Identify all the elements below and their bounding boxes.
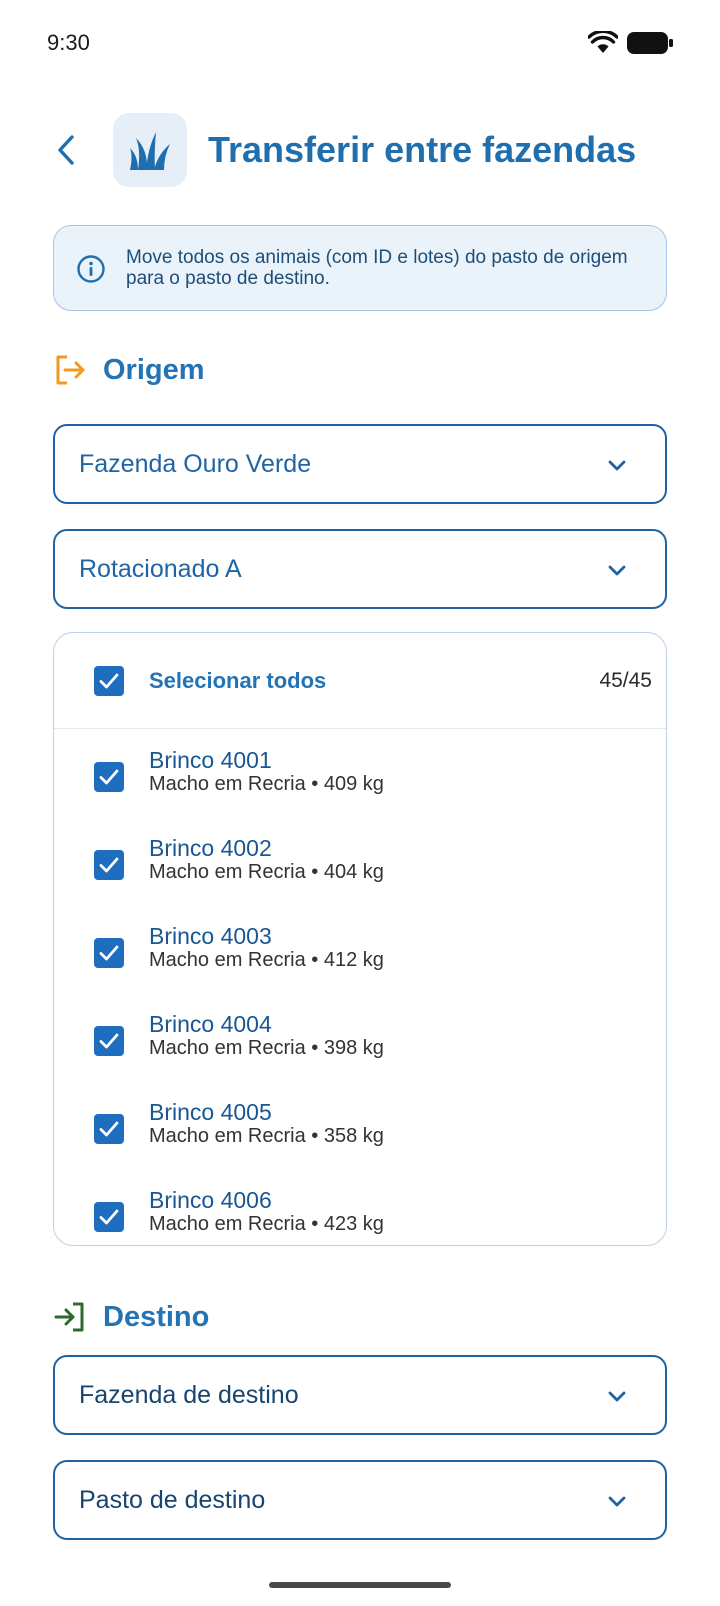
destination-farm-placeholder: Fazenda de destino — [79, 1381, 299, 1409]
animal-detail: Macho em Recria • 404 kg — [149, 861, 384, 883]
origin-heading: Origem — [53, 350, 205, 390]
animal-name: Brinco 4003 — [149, 923, 272, 949]
animal-name: Brinco 4006 — [149, 1187, 272, 1213]
animal-checkbox[interactable] — [94, 1202, 124, 1232]
animal-checkbox[interactable] — [94, 1114, 124, 1144]
animal-checkbox[interactable] — [94, 762, 124, 792]
check-icon — [99, 1209, 119, 1225]
animal-checkbox[interactable] — [94, 850, 124, 880]
animal-detail: Macho em Recria • 358 kg — [149, 1125, 384, 1147]
screen: 9:30 Transferir entre fazendas Move todo… — [0, 0, 720, 1606]
logout-arrow-icon — [56, 355, 85, 385]
animal-detail: Macho em Recria • 398 kg — [149, 1037, 384, 1059]
back-button[interactable] — [46, 128, 86, 172]
battery-icon — [627, 32, 673, 54]
check-icon — [99, 769, 119, 785]
wifi-icon — [588, 31, 618, 53]
chevron-down-icon — [608, 460, 626, 471]
info-circle-icon — [77, 255, 105, 283]
destination-heading-label: Destino — [103, 1300, 210, 1333]
animal-detail: Macho em Recria • 423 kg — [149, 1213, 384, 1235]
check-icon — [99, 1121, 119, 1137]
chevron-left-icon — [58, 135, 74, 165]
grass-icon — [130, 132, 170, 170]
chevron-down-icon — [608, 1391, 626, 1402]
animal-list-card[interactable]: Selecionar todos 45/45 Brinco 4001 Macho… — [53, 632, 667, 1246]
animal-detail: Macho em Recria • 412 kg — [149, 949, 384, 971]
app-logo — [113, 113, 187, 187]
animal-checkbox[interactable] — [94, 938, 124, 968]
destination-pasture-dropdown[interactable]: Pasto de destino — [53, 1460, 667, 1540]
animal-name: Brinco 4001 — [149, 747, 272, 773]
chevron-down-icon — [608, 565, 626, 576]
info-text: Move todos os animais (com ID e lotes) d… — [126, 247, 628, 289]
origin-pasture-dropdown[interactable]: Rotacionado A — [53, 529, 667, 609]
animal-checkbox[interactable] — [94, 1026, 124, 1056]
app-header: Transferir entre fazendas — [0, 112, 720, 188]
destination-heading: Destino — [53, 1297, 209, 1337]
origin-farm-value: Fazenda Ouro Verde — [79, 450, 312, 478]
animal-name: Brinco 4002 — [149, 835, 272, 861]
animal-row[interactable]: Brinco 4004 Macho em Recria • 398 kg — [54, 1002, 666, 1090]
status-time: 9:30 — [47, 30, 90, 55]
home-indicator[interactable] — [269, 1582, 451, 1588]
animal-row[interactable]: Brinco 4002 Macho em Recria • 404 kg — [54, 826, 666, 914]
login-arrow-icon — [54, 1302, 84, 1332]
animal-name: Brinco 4005 — [149, 1099, 272, 1125]
animal-name: Brinco 4004 — [149, 1011, 272, 1037]
status-bar: 9:30 — [0, 0, 720, 88]
check-icon — [99, 1033, 119, 1049]
animal-row[interactable]: Brinco 4006 Macho em Recria • 423 kg — [54, 1178, 666, 1245]
check-icon — [99, 857, 119, 873]
check-icon — [99, 945, 119, 961]
select-all-row[interactable]: Selecionar todos 45/45 — [54, 633, 666, 729]
animal-detail: Macho em Recria • 409 kg — [149, 773, 384, 795]
origin-heading-label: Origem — [103, 353, 205, 386]
destination-farm-dropdown[interactable]: Fazenda de destino — [53, 1355, 667, 1435]
page-title: Transferir entre fazendas — [208, 129, 637, 170]
select-all-checkbox[interactable] — [94, 666, 124, 696]
animal-row[interactable]: Brinco 4005 Macho em Recria • 358 kg — [54, 1090, 666, 1178]
check-icon — [99, 673, 119, 689]
origin-pasture-value: Rotacionado A — [79, 555, 242, 583]
info-banner: Move todos os animais (com ID e lotes) d… — [53, 225, 667, 311]
animal-row[interactable]: Brinco 4001 Macho em Recria • 409 kg — [54, 738, 666, 826]
origin-farm-dropdown[interactable]: Fazenda Ouro Verde — [53, 424, 667, 504]
animal-row[interactable]: Brinco 4003 Macho em Recria • 412 kg — [54, 914, 666, 1002]
select-all-label: Selecionar todos — [149, 668, 327, 693]
selected-count: 45/45 — [599, 669, 652, 692]
chevron-down-icon — [608, 1496, 626, 1507]
destination-pasture-placeholder: Pasto de destino — [79, 1486, 266, 1514]
